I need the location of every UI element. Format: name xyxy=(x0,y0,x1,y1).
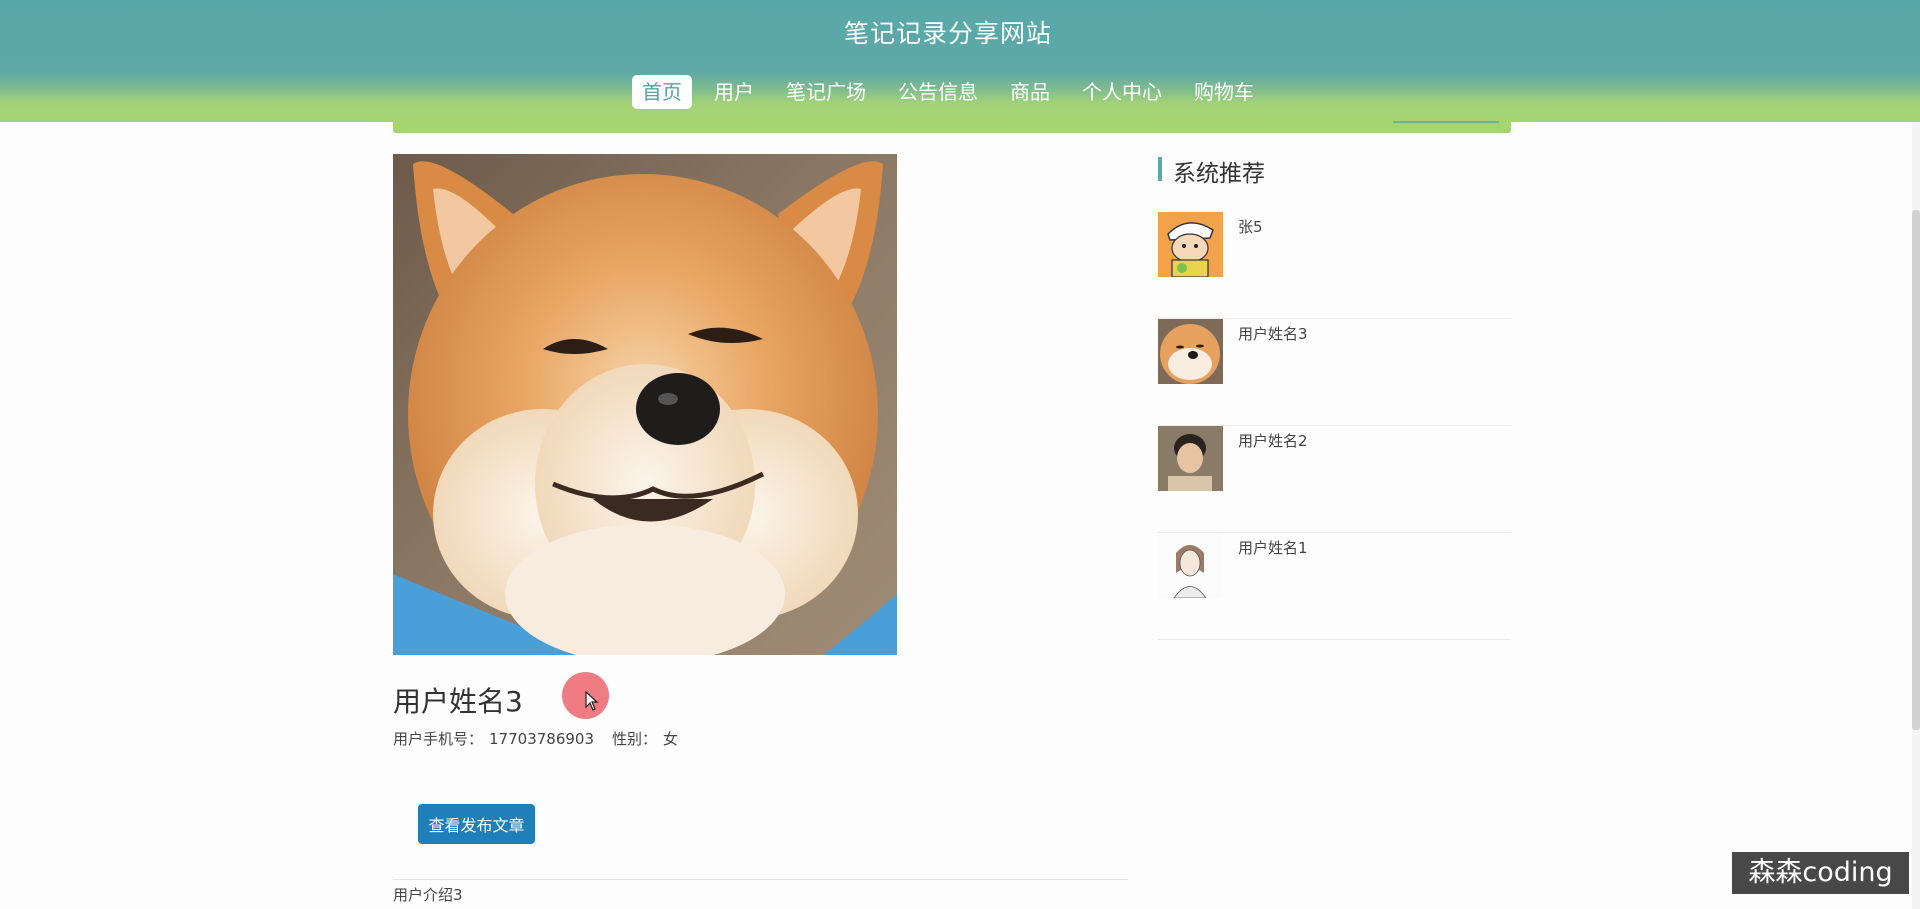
recommend-item-name[interactable]: 用户姓名2 xyxy=(1238,430,1308,451)
scrollbar-thumb[interactable] xyxy=(1912,210,1920,730)
recommend-item[interactable]: 用户姓名2 xyxy=(1158,426,1511,533)
recommend-title: 系统推荐 xyxy=(1173,161,1265,187)
recommend-item[interactable]: 用户姓名1 xyxy=(1158,533,1511,640)
recommend-item[interactable]: 张5 xyxy=(1158,212,1511,319)
header-strip xyxy=(393,122,1511,133)
nav-item-users[interactable]: 用户 xyxy=(704,75,764,109)
page-scrollbar[interactable] xyxy=(1912,122,1920,909)
profile-intro: 用户介绍3 xyxy=(393,886,463,904)
main-nav: 首页 用户 笔记广场 公告信息 商品 个人中心 购物车 xyxy=(0,75,1896,109)
sketch-girl-avatar[interactable] xyxy=(1158,533,1223,598)
profile-photo xyxy=(393,154,897,655)
header-strip-underline xyxy=(1393,121,1499,123)
site-header: 笔记记录分享网站 首页 用户 笔记广场 公告信息 商品 个人中心 购物车 xyxy=(0,0,1920,122)
phone-value: 17703786903 xyxy=(489,730,594,748)
view-published-articles-button[interactable]: 查看发布文章 xyxy=(418,804,535,844)
phone-label: 用户手机号： xyxy=(393,730,484,748)
young-man-avatar[interactable] xyxy=(1158,426,1223,491)
recommend-item-name[interactable]: 张5 xyxy=(1238,216,1263,237)
gender-value: 女 xyxy=(663,730,679,748)
nav-item-announcements[interactable]: 公告信息 xyxy=(888,75,988,109)
recommend-item-name[interactable]: 用户姓名1 xyxy=(1238,537,1308,558)
site-title: 笔记记录分享网站 xyxy=(843,19,1052,48)
nav-item-notes-square[interactable]: 笔记广场 xyxy=(776,75,876,109)
gender-label: 性别： xyxy=(612,730,658,748)
page: 笔记记录分享网站 首页 用户 笔记广场 公告信息 商品 个人中心 购物车 用户姓… xyxy=(0,0,1920,909)
nav-item-personal-center[interactable]: 个人中心 xyxy=(1072,75,1172,109)
cartoon-boy-avatar[interactable] xyxy=(1158,212,1223,277)
recommend-item-name[interactable]: 用户姓名3 xyxy=(1238,323,1308,344)
cursor-arrow-icon xyxy=(585,690,599,715)
content-divider xyxy=(393,879,1128,880)
profile-info-line: 用户手机号： 17703786903 性别： 女 xyxy=(393,728,684,749)
video-watermark: 森森coding xyxy=(1732,852,1909,894)
shiba-dog-avatar[interactable] xyxy=(1158,319,1223,384)
profile-user-name: 用户姓名3 xyxy=(393,685,523,718)
nav-item-cart[interactable]: 购物车 xyxy=(1184,75,1264,109)
nav-item-products[interactable]: 商品 xyxy=(1000,75,1060,109)
recommend-item[interactable]: 用户姓名3 xyxy=(1158,319,1511,426)
recommend-list: 张5 用户姓名3 用户姓名2 用户姓名1 xyxy=(1158,212,1511,640)
nav-item-home[interactable]: 首页 xyxy=(632,75,692,109)
recommend-title-accent xyxy=(1158,157,1162,181)
